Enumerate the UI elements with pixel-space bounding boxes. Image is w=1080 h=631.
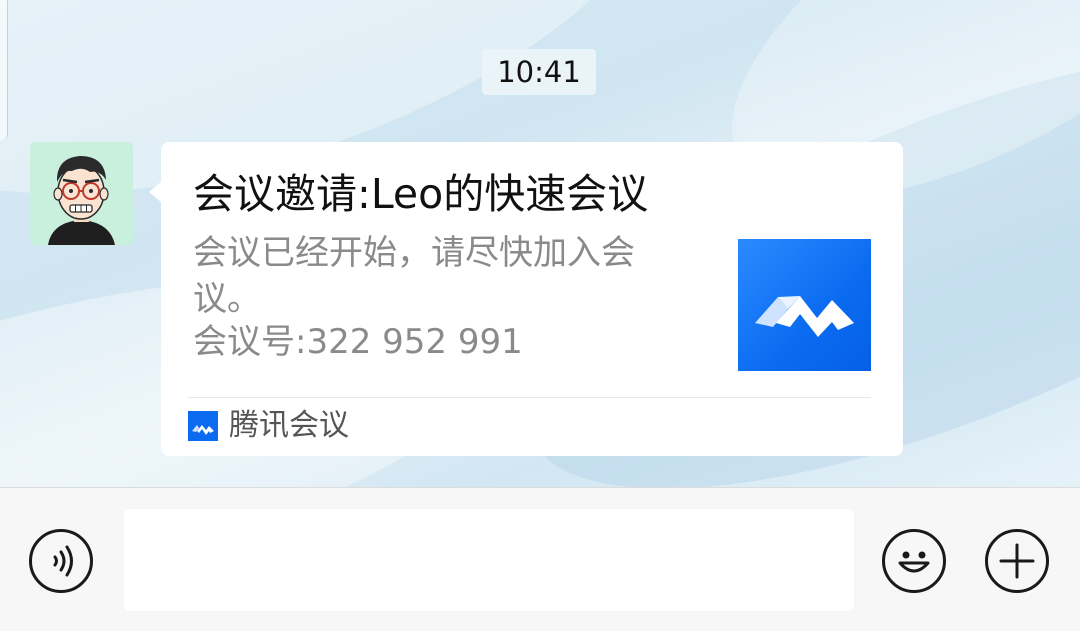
message-text-input[interactable]	[124, 509, 854, 611]
side-panel-edge[interactable]	[0, 0, 8, 140]
avatar-illustration	[30, 142, 133, 245]
meeting-id: 会议号:322 952 991	[193, 322, 523, 362]
tencent-meeting-logo-icon	[738, 239, 871, 371]
chat-screen: 10:41 会议邀请:Leo的快速会议 会议已经开始，请尽快加入会议。 会议号:…	[0, 0, 1080, 631]
chat-background: 10:41 会议邀请:Leo的快速会议 会议已经开始，请尽快加入会议。 会议号:…	[0, 0, 1080, 487]
more-actions-button[interactable]	[985, 529, 1049, 593]
card-description: 会议已经开始，请尽快加入会议。	[193, 233, 635, 319]
voice-icon	[53, 545, 73, 577]
source-app-name: 腾讯会议	[229, 408, 349, 443]
card-title: 会议邀请:Leo的快速会议	[193, 170, 649, 218]
emoji-icon	[898, 551, 930, 573]
timestamp-badge: 10:41	[482, 49, 596, 95]
emoji-button[interactable]	[882, 529, 946, 593]
voice-input-button[interactable]	[29, 529, 93, 593]
tencent-meeting-source-icon	[188, 411, 218, 441]
card-divider	[188, 397, 871, 398]
sender-avatar[interactable]	[30, 142, 133, 245]
meeting-invite-card[interactable]: 会议邀请:Leo的快速会议 会议已经开始，请尽快加入会议。 会议号:322 95…	[161, 142, 903, 456]
message-input-bar	[0, 487, 1080, 631]
plus-icon	[999, 543, 1035, 579]
